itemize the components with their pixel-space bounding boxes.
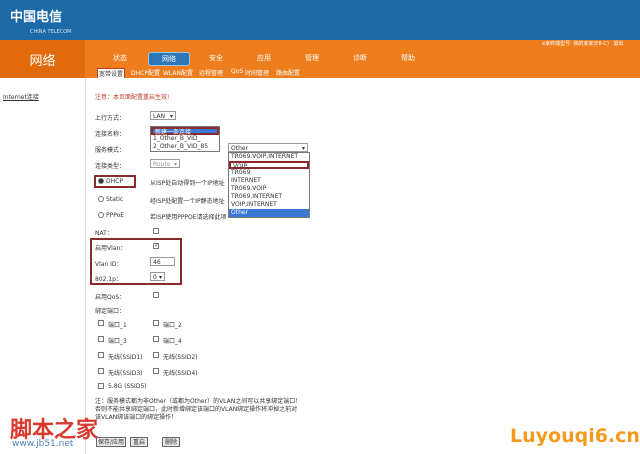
tab-applications[interactable]: 应用 <box>244 52 284 64</box>
qos-checkbox[interactable] <box>153 292 159 298</box>
watermark-left-url: www.jb51.net <box>12 439 74 449</box>
dot1p-select[interactable]: 0 ▾ <box>150 272 165 281</box>
port-label: 无线(SSID4) <box>163 370 198 377</box>
footnote-line: 该VLAN绑该端口的绑定操作！ <box>95 414 178 421</box>
subnav-wlan[interactable]: WLAN配置 <box>163 68 193 77</box>
service-option[interactable]: Other <box>229 209 309 217</box>
port-checkbox[interactable] <box>153 352 159 358</box>
vlan-id-label: Vlan ID： <box>95 261 123 268</box>
service-option[interactable]: TR069,VOIP,INTERNET <box>229 153 309 161</box>
tab-network[interactable]: 网络 <box>148 52 190 66</box>
service-mode-label: 服务模式： <box>95 147 126 154</box>
tab-management[interactable]: 管理 <box>292 52 332 64</box>
pppoe-desc: 若ISP使用PPPOE请选择此项 <box>150 214 227 221</box>
pppoe-label: PPPoE <box>106 212 125 219</box>
port-checkbox[interactable] <box>98 368 104 374</box>
conn-name-list[interactable]: 新建一条连接 1_Other_B_VID_ 2_Other_B_VID_85 <box>150 126 220 152</box>
service-option[interactable]: VOIP,INTERNET <box>229 201 309 209</box>
subnav-qos[interactable]: QoS <box>231 68 243 75</box>
dhcp-label: DHCP <box>106 178 123 185</box>
port-label: 5.8G (SSID5) <box>108 383 147 390</box>
subnav-routing[interactable]: 路由配置 <box>276 68 300 77</box>
device-info: e家终端型号: 我的家家(E8-C) 退出 <box>542 40 638 47</box>
port-label: 端口_2 <box>163 322 182 329</box>
nat-checkbox[interactable] <box>153 228 159 234</box>
port-label: 端口_3 <box>108 338 127 345</box>
bind-port-label: 绑定端口： <box>95 308 126 315</box>
sidebar <box>0 78 86 454</box>
device-model: e家终端型号: 我的家家(E8-C) <box>542 41 609 47</box>
port-checkbox[interactable] <box>153 368 159 374</box>
static-desc: 经ISP处配置一个IP静态地址 <box>150 198 225 205</box>
port-checkbox[interactable] <box>153 320 159 326</box>
pppoe-radio[interactable] <box>98 212 104 218</box>
service-option[interactable]: TR069 <box>229 169 309 177</box>
vlan-id-input[interactable]: 46 <box>150 257 175 266</box>
watermark-right: Luyouqi6.cn <box>510 425 640 447</box>
checkmark-icon: ✓ <box>154 242 160 249</box>
conn-type-label: 连接类型： <box>95 163 126 170</box>
dot1p-label: 802.1p： <box>95 276 122 283</box>
conn-name-option[interactable]: 1_Other_B_VID_ <box>151 135 219 143</box>
service-option[interactable]: TR069,VOIP <box>229 185 309 193</box>
section-title: 网络 <box>0 40 85 78</box>
port-label: 无线(SSID1) <box>108 354 143 361</box>
subnav-time[interactable]: 时间管理 <box>245 68 269 77</box>
uplink-label: 上行方式： <box>95 115 126 122</box>
subnav-remote[interactable]: 远程管理 <box>199 68 223 77</box>
port-checkbox[interactable] <box>98 320 104 326</box>
service-mode-list[interactable]: TR069,VOIP,INTERNET VOIP TR069 INTERNET … <box>228 152 310 218</box>
service-option[interactable]: TR069,INTERNET <box>229 193 309 201</box>
save-apply-button[interactable]: 保存/应用 <box>96 437 126 447</box>
service-option[interactable]: VOIP <box>229 161 309 170</box>
uplink-value: LAN <box>153 113 166 120</box>
restart-notice: 注意：本页面配置重启生效! <box>95 94 170 101</box>
dot1p-value: 0 <box>153 274 157 281</box>
port-checkbox[interactable] <box>153 336 159 342</box>
vlan-id-value: 46 <box>153 259 161 266</box>
dhcp-radio[interactable] <box>98 178 104 184</box>
top-banner <box>0 0 640 40</box>
conn-type-value: Route <box>153 161 171 168</box>
delete-button[interactable]: 删除 <box>162 437 180 447</box>
chevron-down-icon: ▾ <box>169 113 173 120</box>
subnav-dhcp[interactable]: DHCP配置 <box>131 68 160 77</box>
port-label: 无线(SSID3) <box>108 370 143 377</box>
tab-diagnostics[interactable]: 诊断 <box>340 52 380 64</box>
port-checkbox[interactable] <box>98 352 104 358</box>
brand-logo-subtitle: CHINA TELECOM <box>30 29 72 35</box>
vlan-checkbox[interactable]: ✓ <box>153 243 159 249</box>
conn-name-option[interactable]: 新建一条连接 <box>151 127 219 136</box>
service-mode-select[interactable]: Other ▾ <box>228 143 308 152</box>
static-label: Static <box>106 196 124 203</box>
conn-name-label: 连接名称： <box>95 131 126 138</box>
port-label: 无线(SSID2) <box>163 354 198 361</box>
static-radio[interactable] <box>98 196 104 202</box>
brand-logo: 中国电信 <box>10 10 63 25</box>
conn-name-option[interactable]: 2_Other_B_VID_85 <box>151 143 219 151</box>
conn-type-select[interactable]: Route ▾ <box>150 159 180 168</box>
vlan-enable-label: 启用Vlan： <box>95 245 127 252</box>
uplink-select[interactable]: LAN ▾ <box>150 111 176 120</box>
dhcp-desc: 从ISP处自动得到一个IP地址 <box>150 180 225 187</box>
tab-help[interactable]: 帮助 <box>388 52 428 64</box>
logout-link[interactable]: 退出 <box>613 41 623 47</box>
chevron-down-icon: ▾ <box>173 161 177 168</box>
port-label: 端口_4 <box>163 338 182 345</box>
reset-button[interactable]: 重启 <box>130 437 148 447</box>
service-mode-value: Other <box>231 145 249 152</box>
tab-security[interactable]: 安全 <box>196 52 236 64</box>
chevron-down-icon: ▾ <box>158 274 162 281</box>
nat-label: NAT： <box>95 230 113 237</box>
qos-label: 启用QoS： <box>95 294 126 301</box>
port-label: 端口_1 <box>108 322 127 329</box>
port-checkbox[interactable] <box>98 336 104 342</box>
sidebar-item-internet[interactable]: Internet连接 <box>3 92 39 101</box>
tab-status[interactable]: 状态 <box>100 52 140 64</box>
service-option[interactable]: INTERNET <box>229 177 309 185</box>
port-checkbox[interactable] <box>98 383 104 389</box>
